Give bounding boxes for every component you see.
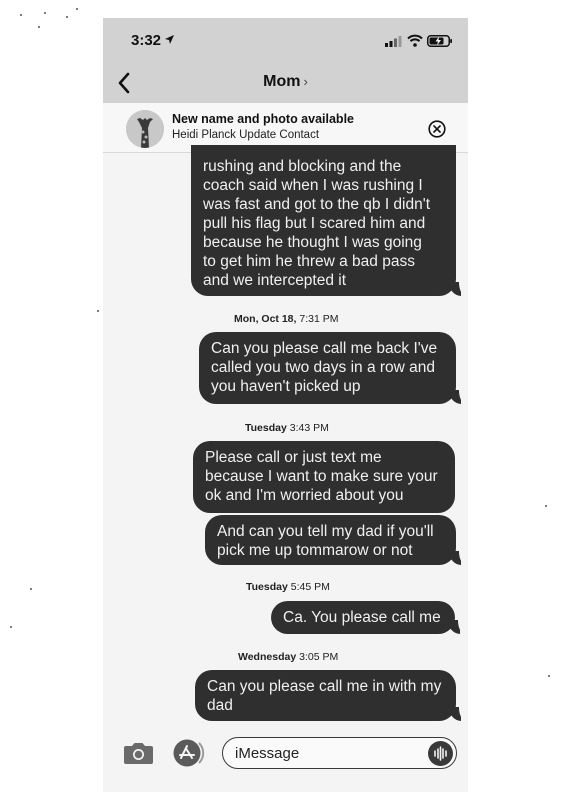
message-line: Can you please call me back I've bbox=[211, 340, 438, 357]
message-bubble[interactable]: And can you tell my dad if you'll pick m… bbox=[205, 515, 468, 566]
message-line: called you two days in a row and bbox=[211, 359, 436, 376]
timestamp-day: Mon, Oct 18, bbox=[234, 313, 297, 325]
banner-subtitle[interactable]: Heidi Planck Update Contact bbox=[172, 129, 319, 141]
message-line: because I want to make sure your bbox=[205, 468, 438, 485]
contact-name: Mom bbox=[263, 73, 301, 90]
phone-screen: 3:32 Mom › New name and photo available … bbox=[103, 18, 468, 792]
banner-title: New name and photo available bbox=[172, 112, 354, 126]
message-bubble[interactable]: rushing and blocking and the coach said … bbox=[191, 145, 468, 297]
message-line: Please call or just text me bbox=[205, 449, 382, 466]
camera-icon[interactable] bbox=[123, 741, 154, 765]
app-store-icon[interactable] bbox=[173, 739, 206, 767]
avatar bbox=[126, 110, 164, 148]
message-line: coach said when I was rushing I bbox=[203, 177, 423, 194]
message-line: And can you tell my dad if you'll bbox=[217, 523, 434, 540]
message-line: rushing and blocking and the bbox=[203, 158, 402, 175]
battery-charging-icon bbox=[427, 35, 452, 47]
message-line: because he thought I was going bbox=[203, 234, 422, 251]
timestamp-time: 5:45 PM bbox=[290, 581, 330, 593]
audio-record-button[interactable] bbox=[428, 741, 453, 766]
wifi-icon bbox=[407, 34, 423, 47]
contact-name-button[interactable]: Mom › bbox=[103, 73, 468, 91]
timestamp: Tuesday 3:43 PM bbox=[245, 422, 329, 434]
signal-bars-icon bbox=[385, 36, 402, 47]
message-input-bar bbox=[103, 730, 468, 778]
message-line: and we intercepted it bbox=[203, 272, 347, 289]
timestamp: Mon, Oct 18, 7:31 PM bbox=[234, 313, 338, 325]
timestamp-day: Wednesday bbox=[238, 651, 297, 663]
message-line: was fast and got to the qb I didn't bbox=[203, 196, 430, 213]
message-line: pick me up tommarow or not bbox=[217, 542, 413, 559]
timestamp-day: Tuesday bbox=[246, 581, 288, 593]
message-bubble[interactable]: Please call or just text me because I wa… bbox=[193, 441, 455, 513]
audio-waveform-icon bbox=[434, 746, 447, 761]
nav-header: 3:32 Mom › bbox=[103, 18, 468, 103]
timestamp-time: 7:31 PM bbox=[299, 313, 339, 325]
close-circle-icon[interactable] bbox=[428, 120, 446, 138]
timestamp: Tuesday 5:45 PM bbox=[246, 581, 330, 593]
timestamp-time: 3:43 PM bbox=[289, 422, 329, 434]
status-time: 3:32 bbox=[131, 32, 162, 49]
giraffe-photo bbox=[126, 110, 164, 148]
message-line: Can you please call me in with my bbox=[207, 678, 442, 695]
chevron-right-icon: › bbox=[303, 74, 308, 89]
message-line: Ca. You please call me bbox=[283, 609, 441, 626]
timestamp: Wednesday 3:05 PM bbox=[238, 651, 338, 663]
message-line: you haven't picked up bbox=[211, 378, 361, 395]
message-bubble[interactable]: Can you please call me in with my dad bbox=[195, 670, 468, 722]
message-bubble[interactable]: Can you please call me back I've called … bbox=[199, 332, 468, 405]
message-line: pull his flag but I scared him and bbox=[203, 215, 426, 232]
message-line: dad bbox=[207, 697, 233, 714]
message-line: ok and I'm worried about you bbox=[205, 487, 404, 504]
message-line: to get him he threw a bad pass bbox=[203, 253, 415, 270]
timestamp-time: 3:05 PM bbox=[299, 651, 339, 663]
location-arrow-icon bbox=[165, 35, 174, 44]
imessage-input[interactable] bbox=[222, 737, 457, 769]
message-bubble[interactable]: Ca. You please call me bbox=[271, 601, 467, 635]
timestamp-day: Tuesday bbox=[245, 422, 287, 434]
